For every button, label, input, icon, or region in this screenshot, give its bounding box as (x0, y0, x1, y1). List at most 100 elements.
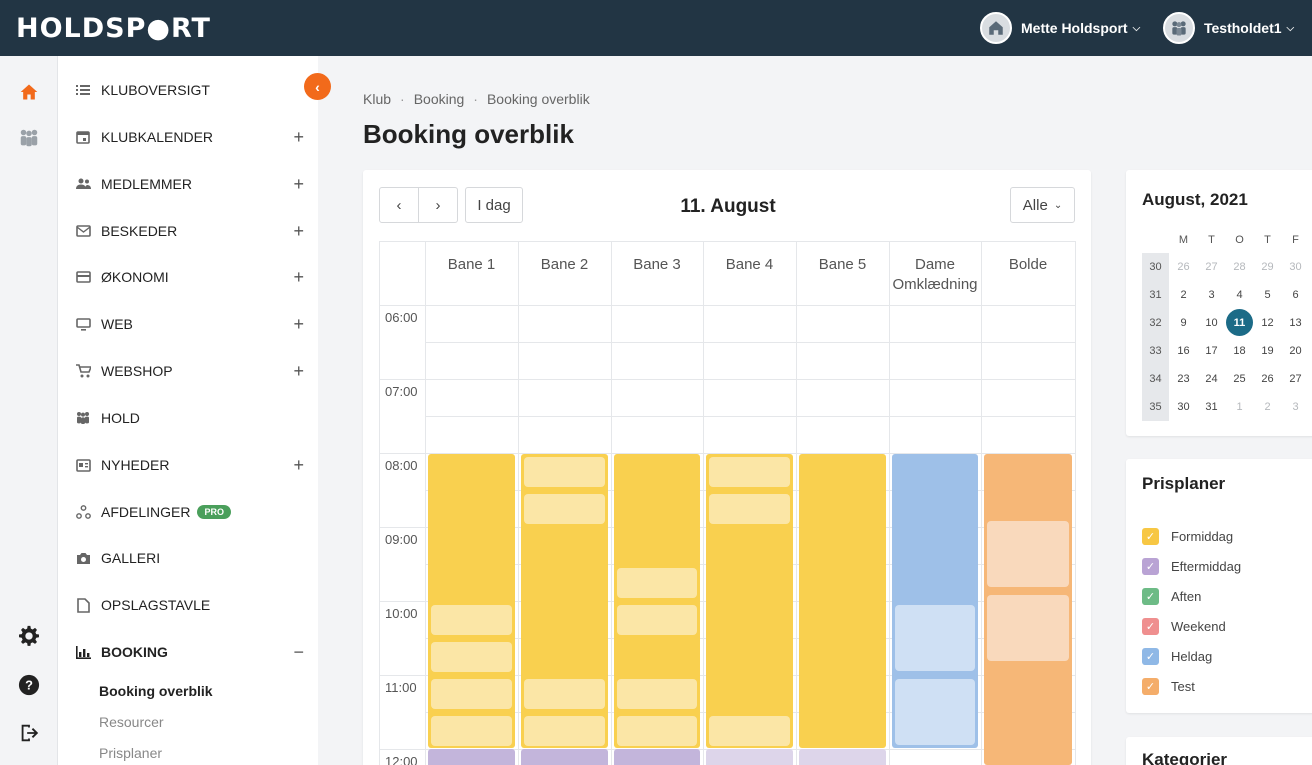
breadcrumb-klub[interactable]: Klub (363, 91, 391, 107)
booking-slot[interactable] (709, 457, 790, 487)
prisplan-legend-item[interactable]: ✓ Heldag (1142, 646, 1212, 666)
booking-slot[interactable] (987, 521, 1069, 587)
calendar-day[interactable]: 2 (1254, 393, 1281, 420)
checkbox-checked-icon[interactable]: ✓ (1142, 527, 1159, 545)
calendar-day[interactable]: 3 (1198, 281, 1225, 308)
booking-slot[interactable] (617, 568, 697, 598)
booking-slot[interactable] (617, 605, 697, 635)
expand-plus-icon[interactable]: + (293, 361, 304, 382)
calendar-day[interactable]: 26 (1170, 253, 1197, 280)
prisplan-legend-item[interactable]: ✓ Weekend (1142, 616, 1226, 636)
help-icon[interactable]: ? (17, 673, 41, 697)
sidebar-item-webshop[interactable]: WEBSHOP + (74, 356, 304, 386)
sidebar-item-medlemmer[interactable]: MEDLEMMER + (74, 169, 304, 199)
calendar-day[interactable]: 9 (1170, 309, 1197, 336)
booking-slot[interactable] (431, 679, 512, 709)
expand-plus-icon[interactable]: + (293, 221, 304, 242)
booking-slot[interactable] (431, 605, 512, 635)
calendar-day[interactable]: 25 (1226, 365, 1253, 392)
calendar-day[interactable]: 16 (1170, 337, 1197, 364)
calendar-day[interactable]: 26 (1254, 365, 1281, 392)
booking-slot[interactable] (895, 605, 975, 671)
sidebar-subitem[interactable]: Prisplaner (99, 745, 162, 761)
prisplan-legend-item[interactable]: ✓ Aften (1142, 586, 1201, 606)
prisplan-legend-item[interactable]: ✓ Eftermiddag (1142, 556, 1241, 576)
sidebar-subitem[interactable]: Booking overblik (99, 683, 213, 699)
checkbox-checked-icon[interactable]: ✓ (1142, 647, 1159, 665)
calendar-day[interactable]: 4 (1226, 281, 1253, 308)
prisplan-legend-item[interactable]: ✓ Formiddag (1142, 526, 1233, 546)
expand-plus-icon[interactable]: + (293, 314, 304, 335)
calendar-day[interactable]: 6 (1282, 281, 1309, 308)
sidebar-item-hold[interactable]: HOLD (74, 403, 304, 433)
calendar-day[interactable]: 28 (1226, 253, 1253, 280)
calendar-day[interactable]: 29 (1254, 253, 1281, 280)
booking-slot[interactable] (617, 716, 697, 746)
booking-slot[interactable] (987, 595, 1069, 661)
checkbox-checked-icon[interactable]: ✓ (1142, 587, 1159, 605)
calendar-day[interactable]: 13 (1282, 309, 1309, 336)
calendar-day[interactable]: 10 (1198, 309, 1225, 336)
booking-slot[interactable] (709, 716, 790, 746)
booking-block-eftermiddag[interactable] (706, 749, 793, 765)
settings-gear-icon[interactable] (17, 624, 41, 648)
sidebar-item-kluboversigt[interactable]: KLUBOVERSIGT (74, 75, 304, 105)
sidebar-item-nyheder[interactable]: NYHEDER + (74, 450, 304, 480)
checkbox-checked-icon[interactable]: ✓ (1142, 617, 1159, 635)
booking-block-eftermiddag[interactable] (428, 749, 515, 765)
sidebar-item-beskeder[interactable]: BESKEDER + (74, 216, 304, 246)
sidebar-item-galleri[interactable]: GALLERI (74, 543, 304, 573)
expand-plus-icon[interactable]: + (293, 174, 304, 195)
user-menu[interactable]: Mette Holdsport ⌵ (980, 11, 1140, 45)
calendar-day[interactable]: 1 (1226, 393, 1253, 420)
booking-slot[interactable] (524, 716, 605, 746)
booking-block[interactable] (799, 454, 886, 748)
prisplan-legend-item[interactable]: ✓ Test (1142, 676, 1195, 696)
sidebar-subitem[interactable]: Resourcer (99, 714, 164, 730)
calendar-day[interactable]: 11 (1226, 309, 1253, 336)
booking-slot[interactable] (431, 716, 512, 746)
booking-slot[interactable] (895, 679, 975, 745)
checkbox-checked-icon[interactable]: ✓ (1142, 557, 1159, 575)
sidebar-item-booking[interactable]: BOOKING − (74, 637, 304, 667)
expand-plus-icon[interactable]: + (293, 267, 304, 288)
filter-dropdown[interactable]: Alle ⌄ (1010, 187, 1075, 223)
sidebar-item-konomi[interactable]: ØKONOMI + (74, 262, 304, 292)
booking-block-eftermiddag[interactable] (614, 749, 700, 765)
calendar-day[interactable]: 30 (1282, 253, 1309, 280)
calendar-day[interactable]: 23 (1170, 365, 1197, 392)
breadcrumb-booking[interactable]: Booking (414, 91, 465, 107)
calendar-day[interactable]: 30 (1170, 393, 1197, 420)
booking-block-eftermiddag[interactable] (799, 749, 886, 765)
calendar-day[interactable]: 27 (1198, 253, 1225, 280)
expand-plus-icon[interactable]: + (293, 127, 304, 148)
calendar-day[interactable]: 31 (1198, 393, 1225, 420)
booking-block-eftermiddag[interactable] (521, 749, 608, 765)
home-icon[interactable] (17, 80, 41, 104)
calendar-day[interactable]: 18 (1226, 337, 1253, 364)
sidebar-item-opslagstavle[interactable]: OPSLAGSTAVLE (74, 590, 304, 620)
calendar-day[interactable]: 20 (1282, 337, 1309, 364)
booking-slot[interactable] (524, 494, 605, 524)
booking-slot[interactable] (524, 457, 605, 487)
booking-slot[interactable] (709, 494, 790, 524)
collapse-icon[interactable]: − (293, 642, 304, 663)
calendar-day[interactable]: 24 (1198, 365, 1225, 392)
calendar-day[interactable]: 2 (1170, 281, 1197, 308)
booking-slot[interactable] (524, 679, 605, 709)
checkbox-checked-icon[interactable]: ✓ (1142, 677, 1159, 695)
calendar-day[interactable]: 3 (1282, 393, 1309, 420)
calendar-day[interactable]: 27 (1282, 365, 1309, 392)
booking-slot[interactable] (431, 642, 512, 672)
sidebar-item-web[interactable]: WEB + (74, 309, 304, 339)
sidebar-item-klubkalender[interactable]: KLUBKALENDER + (74, 122, 304, 152)
calendar-day[interactable]: 19 (1254, 337, 1281, 364)
expand-plus-icon[interactable]: + (293, 455, 304, 476)
team-menu[interactable]: Testholdet1 ⌵ (1163, 11, 1294, 45)
collapse-sidebar-button[interactable]: ‹ (304, 73, 331, 100)
booking-slot[interactable] (617, 679, 697, 709)
calendar-day[interactable]: 5 (1254, 281, 1281, 308)
teams-icon[interactable] (17, 126, 41, 150)
logout-icon[interactable] (17, 721, 41, 745)
calendar-day[interactable]: 12 (1254, 309, 1281, 336)
